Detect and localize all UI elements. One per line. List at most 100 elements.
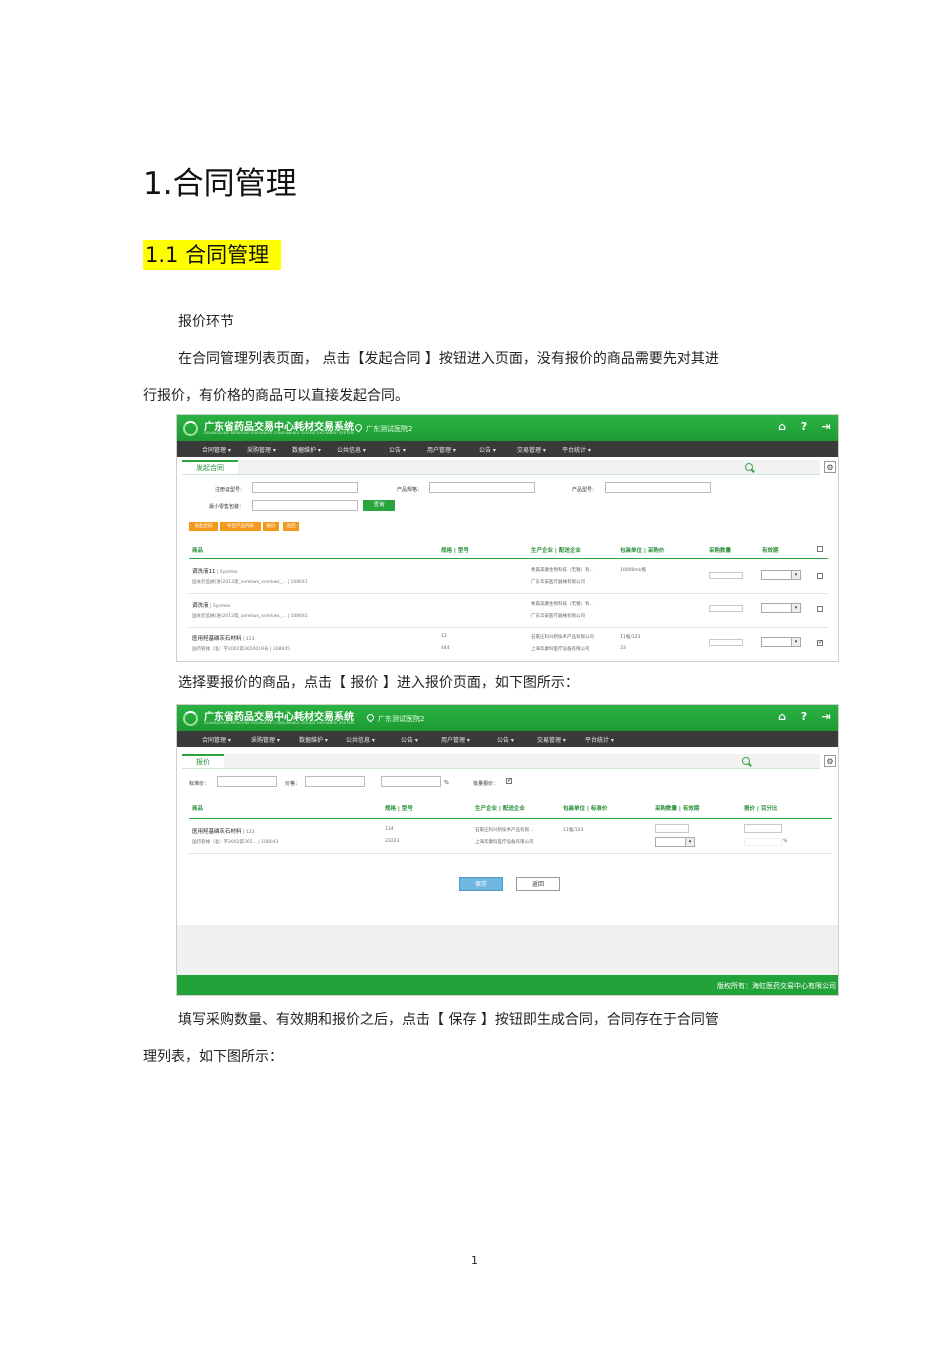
- row-checkbox-checked[interactable]: ✓: [817, 640, 823, 646]
- app-footer: 版权所有：海虹医药交易中心有限公司: [177, 975, 838, 995]
- spec-label: 产品规格：: [397, 487, 423, 493]
- qty-input[interactable]: [709, 605, 743, 612]
- help-icon[interactable]: ?: [798, 421, 810, 433]
- nav-purchase[interactable]: 采购管理 ▾: [247, 445, 276, 454]
- logo-icon: [183, 421, 198, 436]
- gear-icon[interactable]: ⚙: [824, 755, 836, 767]
- qty-input[interactable]: [655, 824, 689, 833]
- nav-purchase[interactable]: 采购管理 ▾: [251, 735, 280, 744]
- quote-input[interactable]: [744, 824, 782, 833]
- search-icon[interactable]: [745, 463, 753, 471]
- nav-stats[interactable]: 平台统计 ▾: [562, 445, 591, 454]
- percent-sign: %: [444, 780, 449, 786]
- help-icon[interactable]: ?: [798, 711, 810, 723]
- product-code: 国食药监械(进)2013第_xxmkws_xxmkws_... | 108041: [192, 580, 308, 585]
- subsection-heading: 1.1 合同管理: [143, 240, 282, 270]
- row-checkbox[interactable]: [817, 573, 823, 579]
- product-code: 国药管械（准）字2002第3650019号 | 108045: [192, 647, 291, 652]
- nav-data[interactable]: 数据维护 ▾: [299, 735, 328, 744]
- price-input[interactable]: [305, 776, 365, 787]
- reg-label: 注册证型号：: [215, 487, 246, 493]
- nav-notice[interactable]: 公告 ▾: [389, 445, 406, 454]
- chevron-down-icon: ▾: [791, 604, 800, 612]
- nav-user[interactable]: 用户管理 ▾: [427, 445, 456, 454]
- chevron-down-icon: ▾: [685, 838, 694, 846]
- row-divider: [189, 627, 828, 628]
- product-name[interactable]: 调洗液11: [192, 569, 216, 575]
- th-qty: 采购数量: [709, 548, 732, 554]
- back-button[interactable]: 返回: [283, 522, 299, 531]
- row-divider: [189, 593, 828, 594]
- expiry-select[interactable]: ▾: [761, 570, 801, 580]
- std-price-label: 标准价：: [189, 781, 210, 787]
- distributor: 上海华康科医疗设备有限公司: [475, 840, 534, 845]
- std-price-input[interactable]: [217, 776, 277, 787]
- home-icon[interactable]: ⌂: [776, 421, 788, 433]
- percent-input[interactable]: [381, 776, 441, 787]
- logout-icon[interactable]: ⇥: [820, 421, 832, 433]
- product-name[interactable]: 医用羟基磷灰石材料: [192, 829, 242, 835]
- paragraph-select-quote: 选择要报价的商品，点击【 报价 】进入报价页面，如下图所示：: [178, 675, 579, 691]
- qty-input[interactable]: [709, 639, 743, 646]
- purchase-price: 33: [620, 646, 626, 651]
- app-header: 广东省药品交易中心耗材交易系统 GUANGDONG MEDICINE EXCHA…: [177, 415, 838, 441]
- logout-icon[interactable]: ⇥: [820, 711, 832, 723]
- model-label: 产品型号：: [572, 487, 598, 493]
- th-company: 生产企业 | 配送企业: [531, 548, 581, 554]
- location-pin-icon: [353, 422, 364, 433]
- nav-data[interactable]: 数据维护 ▾: [292, 445, 321, 454]
- manufacturer: 石家庄科兴新技术产品有限公司: [531, 635, 594, 640]
- nav-notice-2[interactable]: 公告 ▾: [479, 445, 496, 454]
- quote-button[interactable]: 报价: [263, 522, 279, 531]
- gear-icon[interactable]: ⚙: [824, 461, 836, 473]
- nav-contract[interactable]: 合同管理 ▾: [202, 445, 231, 454]
- nav-contract[interactable]: 合同管理 ▾: [202, 735, 231, 744]
- batch-quote-label: 批量报价：: [473, 781, 499, 787]
- product-name[interactable]: 调洗液: [192, 603, 209, 609]
- nav-stats[interactable]: 平台统计 ▾: [585, 735, 614, 744]
- price-label: 价格：: [285, 781, 301, 787]
- search-icon[interactable]: [742, 757, 750, 765]
- copyright-text: 版权所有：海虹医药交易中心有限公司: [717, 982, 836, 990]
- content-filler: [177, 925, 838, 975]
- product-name[interactable]: 医用羟基磷灰石材料: [192, 636, 242, 642]
- spec-input[interactable]: [429, 482, 535, 493]
- main-nav: 合同管理 ▾ 采购管理 ▾ 数据维护 ▾ 公共信息 ▾ 公告 ▾ 用户管理 ▾ …: [177, 731, 838, 747]
- tab-quote[interactable]: 报价: [182, 754, 224, 768]
- nav-notice-2[interactable]: 公告 ▾: [497, 735, 514, 744]
- nav-notice[interactable]: 公告 ▾: [401, 735, 418, 744]
- home-icon[interactable]: ⌂: [776, 711, 788, 723]
- th-company: 生产企业 | 配送企业: [475, 806, 525, 812]
- pack-unit: 10000ml/瓶: [620, 568, 646, 573]
- save-button[interactable]: 保存: [459, 877, 503, 891]
- paragraph-save-line2: 理列表，如下图所示：: [143, 1049, 283, 1065]
- nav-public-info[interactable]: 公共信息 ▾: [337, 445, 366, 454]
- nav-trade[interactable]: 交易管理 ▾: [537, 735, 566, 744]
- product-brand: | Sysmex: [208, 604, 231, 609]
- expiry-select[interactable]: ▾: [761, 637, 801, 647]
- th-unit: 包装单位 | 标准价: [563, 806, 608, 812]
- export-products-button[interactable]: 导出产品列表: [220, 522, 261, 531]
- tab-launch-contract[interactable]: 发起合同: [182, 460, 238, 474]
- pack-input[interactable]: [252, 500, 358, 511]
- screenshot-quote-page: 广东省药品交易中心耗材交易系统 GUANGDONG MEDICINE EXCHA…: [176, 704, 839, 996]
- expiry-select[interactable]: ▾: [761, 603, 801, 613]
- app-subtitle: GUANGDONG MEDICINE EXCHANGE CONSUMABLE G…: [204, 431, 355, 435]
- nav-public-info[interactable]: 公共信息 ▾: [346, 735, 375, 744]
- back-button[interactable]: 返回: [516, 877, 560, 891]
- app-header: 广东省药品交易中心耗材交易系统 GUANGDONG MEDICINE EXCHA…: [177, 705, 838, 731]
- nav-user[interactable]: 用户管理 ▾: [441, 735, 470, 744]
- batch-quote-checkbox[interactable]: ✓: [506, 778, 512, 784]
- qty-input[interactable]: [709, 572, 743, 579]
- percent-field[interactable]: [744, 838, 782, 846]
- query-button[interactable]: 查询: [363, 500, 395, 511]
- model: 444: [441, 646, 450, 651]
- row-checkbox[interactable]: [817, 606, 823, 612]
- distributor: 广东华安医疗器械有限公司: [531, 614, 585, 619]
- reg-input[interactable]: [252, 482, 358, 493]
- launch-contract-button[interactable]: 发起合同: [189, 522, 218, 531]
- select-all-checkbox[interactable]: [817, 546, 823, 552]
- nav-trade[interactable]: 交易管理 ▾: [517, 445, 546, 454]
- model-input[interactable]: [605, 482, 711, 493]
- expiry-select[interactable]: ▾: [655, 837, 695, 847]
